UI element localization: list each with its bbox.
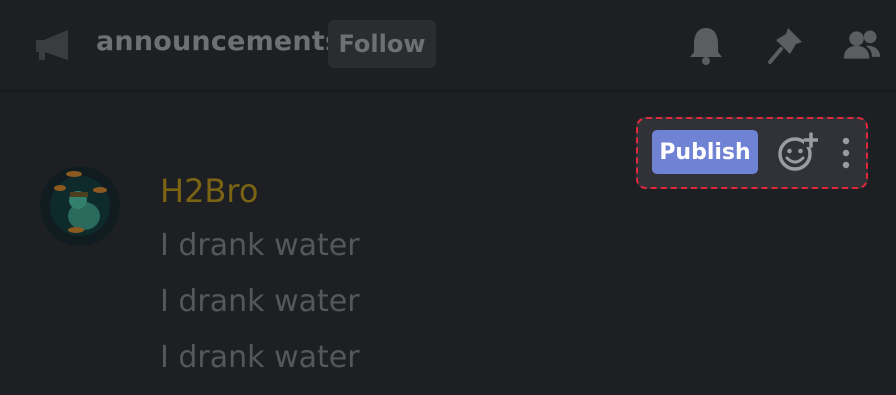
message-text: I drank water	[160, 340, 360, 375]
members-icon[interactable]	[842, 24, 882, 66]
message-actions-toolbar: Publish	[636, 117, 868, 189]
more-vertical-icon[interactable]	[834, 133, 858, 173]
follow-button[interactable]: Follow	[328, 20, 436, 68]
message-text: I drank water	[160, 228, 360, 263]
bell-icon[interactable]	[686, 24, 726, 66]
channel-name: announcements	[96, 26, 342, 57]
message-text: I drank water	[160, 284, 360, 319]
publish-button[interactable]: Publish	[652, 130, 758, 174]
pin-icon[interactable]	[766, 24, 806, 66]
username[interactable]: H2Bro	[160, 172, 258, 210]
channel-header: announcements Follow	[0, 0, 896, 92]
add-reaction-icon[interactable]	[776, 131, 818, 173]
megaphone-icon	[36, 30, 68, 60]
avatar[interactable]	[40, 166, 120, 246]
